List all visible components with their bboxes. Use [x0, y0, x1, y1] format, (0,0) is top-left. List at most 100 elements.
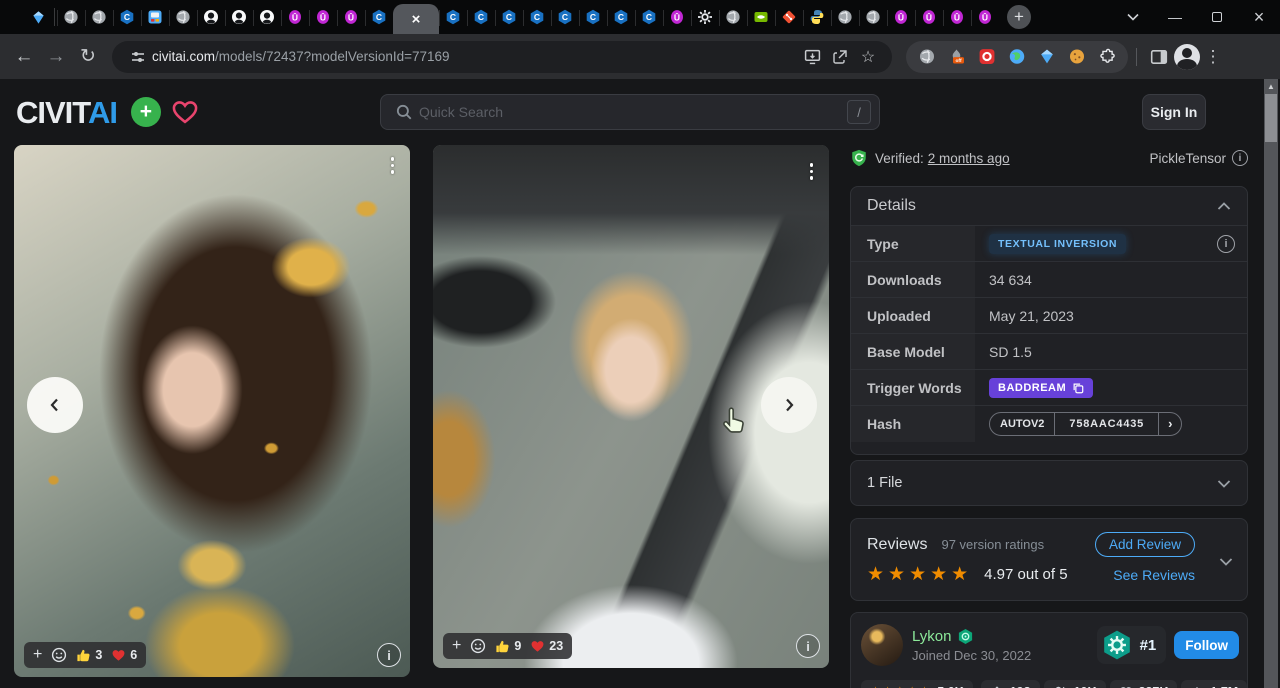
tab-u-badge-icon[interactable]: Û — [337, 0, 365, 34]
tab-active[interactable]: × — [393, 4, 439, 34]
tab-u-badge-icon[interactable]: Û — [915, 0, 943, 34]
maximize-button[interactable] — [1196, 0, 1238, 34]
side-panel-icon[interactable] — [1145, 43, 1173, 71]
creator-name-link[interactable]: Lykon — [912, 628, 951, 645]
creator-rank-badge[interactable]: #1 — [1097, 626, 1167, 664]
scrollbar-thumb[interactable] — [1265, 94, 1277, 142]
image-info-button[interactable]: i — [377, 643, 401, 667]
close-window-button[interactable]: × — [1238, 0, 1280, 34]
heart-reaction[interactable]: 6 — [111, 648, 137, 662]
tab-civitai-icon[interactable]: C — [365, 0, 393, 34]
tab-github-icon[interactable] — [197, 0, 225, 34]
extension-puzzle-icon[interactable] — [1092, 42, 1122, 72]
chevron-up-icon[interactable] — [1217, 202, 1231, 211]
extension-earth-icon[interactable] — [1002, 42, 1032, 72]
search-input[interactable] — [419, 104, 847, 120]
image-menu-dots-icon[interactable] — [806, 159, 818, 184]
quick-search-box[interactable]: / — [380, 94, 880, 130]
tab-civitai-icon[interactable]: C — [467, 0, 495, 34]
tab-search-caret-icon[interactable] — [1112, 0, 1154, 34]
add-reaction-button[interactable]: + — [452, 638, 461, 654]
scroll-up-arrow-icon[interactable]: ▲ — [1264, 79, 1278, 93]
tab-globe-icon[interactable] — [859, 0, 887, 34]
chevron-down-icon[interactable] — [1219, 553, 1233, 571]
smiley-reaction-button[interactable] — [51, 647, 67, 663]
tab-civitai-icon[interactable]: C — [439, 0, 467, 34]
add-reaction-button[interactable]: + — [33, 647, 42, 663]
forward-button[interactable]: → — [40, 41, 72, 73]
tab-civitai-icon[interactable]: C — [551, 0, 579, 34]
hash-expand-chevron-icon[interactable]: › — [1158, 413, 1181, 435]
profile-avatar[interactable] — [1173, 43, 1201, 71]
extension-flame-off-icon[interactable]: off — [942, 42, 972, 72]
tab-python-icon[interactable] — [803, 0, 831, 34]
hash-pill[interactable]: AUTOV2 758AAC4435 › — [989, 412, 1182, 436]
follow-button[interactable]: Follow — [1174, 631, 1239, 659]
new-tab-button[interactable]: + — [1007, 5, 1031, 29]
chevron-down-icon[interactable] — [1217, 479, 1231, 488]
tab-civitai-icon[interactable]: C — [607, 0, 635, 34]
minimize-button[interactable]: — — [1154, 0, 1196, 34]
smiley-reaction-button[interactable] — [470, 638, 486, 654]
tab-u-badge-icon[interactable]: Û — [887, 0, 915, 34]
page-scrollbar[interactable]: ▲ — [1264, 79, 1278, 688]
favorites-heart-icon[interactable] — [171, 99, 199, 125]
browser-menu-icon[interactable]: ⋮ — [1201, 47, 1225, 67]
tab-github-icon[interactable] — [253, 0, 281, 34]
tab-globe-icon[interactable] — [719, 0, 747, 34]
hash-value[interactable]: 758AAC4435 — [1054, 413, 1158, 435]
extension-red-o-icon[interactable] — [972, 42, 1002, 72]
tab-u-badge-icon[interactable]: Û — [971, 0, 999, 34]
tab-globe-icon[interactable] — [85, 0, 113, 34]
civitai-logo[interactable]: CIVITAI — [16, 97, 117, 128]
tab-u-badge-icon[interactable]: Û — [663, 0, 691, 34]
verified-time-link[interactable]: 2 months ago — [928, 151, 1010, 166]
extension-cookie-icon[interactable] — [1062, 42, 1092, 72]
address-bar[interactable]: civitai.com/models/72437?modelVersionId=… — [112, 41, 892, 73]
pinned-tab-gem[interactable] — [24, 0, 52, 34]
url-text[interactable]: civitai.com/models/72437?modelVersionId=… — [152, 49, 798, 64]
share-icon[interactable] — [826, 43, 854, 71]
extension-globe-icon[interactable] — [912, 42, 942, 72]
copy-icon[interactable] — [1072, 382, 1084, 394]
heart-reaction[interactable]: 23 — [530, 639, 563, 653]
tab-git-icon[interactable] — [775, 0, 803, 34]
extension-gem-icon[interactable] — [1032, 42, 1062, 72]
thumbsup-reaction[interactable]: 9 — [495, 639, 521, 654]
type-badge[interactable]: TEXTUAL INVERSION — [989, 234, 1126, 254]
format-info-icon[interactable]: i — [1232, 150, 1248, 166]
carousel-prev-button[interactable] — [27, 377, 83, 433]
create-plus-button[interactable]: + — [131, 97, 161, 127]
tab-globe-icon[interactable] — [831, 0, 859, 34]
tab-civitai-icon[interactable]: C — [579, 0, 607, 34]
model-image-card-1[interactable]: + 3 6 i — [14, 145, 410, 677]
tab-close-icon[interactable]: × — [412, 12, 421, 27]
see-reviews-link[interactable]: See Reviews — [1113, 567, 1195, 583]
site-info-icon[interactable] — [130, 49, 146, 65]
carousel-next-button[interactable] — [761, 377, 817, 433]
tab-civitai-icon[interactable]: C — [635, 0, 663, 34]
tab-u-badge-icon[interactable]: Û — [943, 0, 971, 34]
install-icon[interactable] — [798, 43, 826, 71]
tab-civitai-icon[interactable]: C — [113, 0, 141, 34]
tab-globe-icon[interactable] — [57, 0, 85, 34]
image-info-button[interactable]: i — [796, 634, 820, 658]
tab-u-badge-icon[interactable]: Û — [309, 0, 337, 34]
trigger-word-badge[interactable]: BADDREAM — [989, 378, 1093, 398]
tab-github-icon[interactable] — [225, 0, 253, 34]
reload-button[interactable]: ↻ — [72, 41, 104, 73]
sign-in-button[interactable]: Sign In — [1142, 94, 1206, 130]
tab-globe-icon[interactable] — [169, 0, 197, 34]
tab-app-grid-icon[interactable] — [141, 0, 169, 34]
tab-nvidia-icon[interactable] — [747, 0, 775, 34]
thumbsup-reaction[interactable]: 3 — [76, 648, 102, 663]
creator-avatar[interactable] — [861, 624, 903, 666]
tab-u-badge-icon[interactable]: Û — [281, 0, 309, 34]
tab-civitai-icon[interactable]: C — [495, 0, 523, 34]
files-card[interactable]: 1 File — [850, 460, 1248, 506]
back-button[interactable]: ← — [8, 41, 40, 73]
type-info-icon[interactable]: i — [1217, 235, 1235, 253]
model-image-card-2[interactable]: + 9 23 i — [433, 145, 829, 668]
image-menu-dots-icon[interactable] — [387, 153, 399, 178]
add-review-button[interactable]: Add Review — [1095, 532, 1195, 557]
